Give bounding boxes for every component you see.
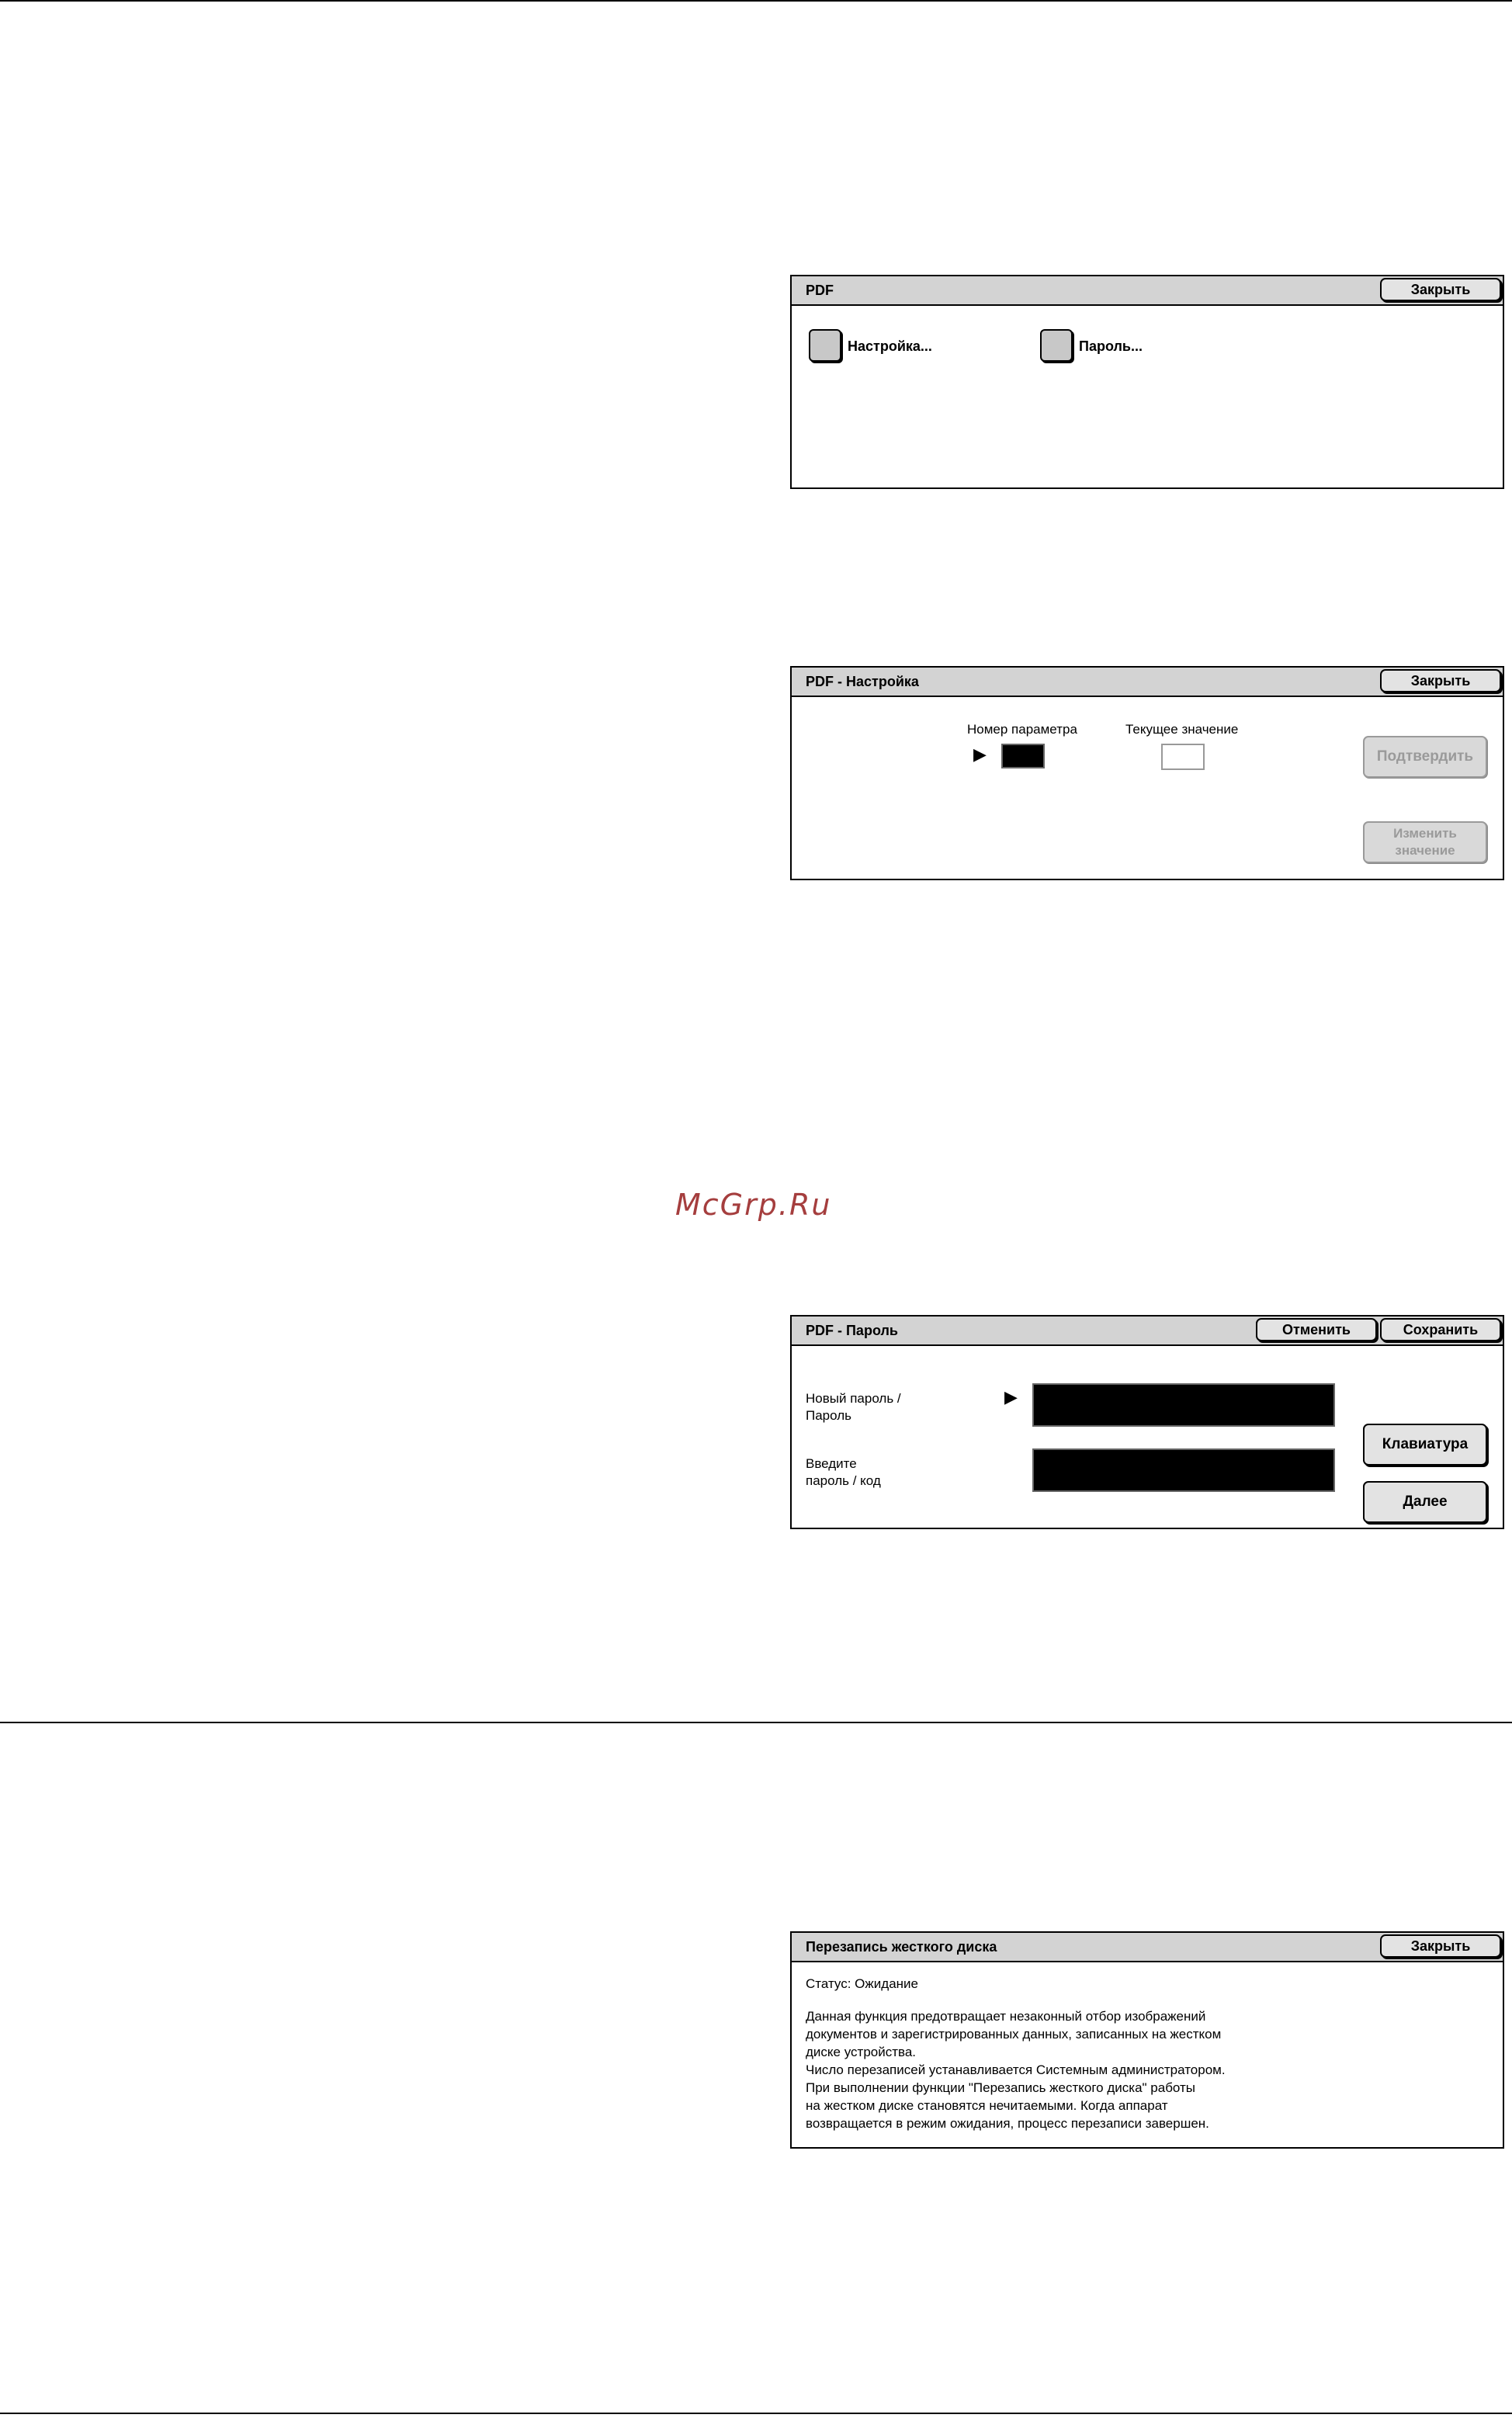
description-line: на жестком диске становятся нечитаемыми.…: [806, 2098, 1168, 2113]
enter-password-field[interactable]: [1032, 1448, 1335, 1492]
close-button[interactable]: Закрыть: [1380, 669, 1501, 692]
pdf-settings-title: PDF - Настройка: [806, 674, 919, 689]
settings-button[interactable]: [809, 329, 841, 362]
watermark-logo: McGrp.Ru: [675, 1188, 832, 1222]
pdf-settings-panel: PDF - Настройка Закрыть Номер параметра …: [790, 666, 1504, 880]
page-top-rule: [0, 0, 1512, 2]
change-value-button[interactable]: Изменить значение: [1363, 821, 1487, 863]
disk-overwrite-panel: Перезапись жесткого диска Закрыть Статус…: [790, 1931, 1504, 2149]
disk-overwrite-title: Перезапись жесткого диска: [806, 1939, 997, 1955]
enter-password-label-line1: Введите: [806, 1456, 857, 1471]
next-button[interactable]: Далее: [1363, 1481, 1487, 1523]
keyboard-button[interactable]: Клавиатура: [1363, 1424, 1487, 1466]
arrow-right-icon: ▶: [973, 744, 987, 764]
description-line: диске устройства.: [806, 2045, 917, 2059]
pdf-panel: PDF Закрыть Настройка... Пароль...: [790, 275, 1504, 489]
param-number-field[interactable]: [1001, 744, 1045, 768]
section-divider: [0, 1722, 1512, 1723]
new-password-field[interactable]: [1032, 1383, 1335, 1427]
new-password-label-line1: Новый пароль /: [806, 1391, 901, 1406]
status-text: Статус: Ожидание: [806, 1976, 918, 1991]
close-button[interactable]: Закрыть: [1380, 1934, 1501, 1958]
save-button[interactable]: Сохранить: [1380, 1318, 1501, 1341]
description-line: возвращается в режим ожидания, процесс п…: [806, 2116, 1209, 2131]
pdf-password-title: PDF - Пароль: [806, 1323, 898, 1338]
disk-overwrite-titlebar: Перезапись жесткого диска Закрыть: [792, 1933, 1503, 1962]
pdf-settings-titlebar: PDF - Настройка Закрыть: [792, 668, 1503, 697]
description-line: документов и зарегистрированных данных, …: [806, 2027, 1222, 2042]
param-number-label: Номер параметра: [967, 722, 1077, 737]
password-button-label: Пароль...: [1079, 338, 1143, 354]
current-value-field: [1161, 744, 1205, 770]
arrow-right-icon: ▶: [1004, 1387, 1018, 1407]
settings-button-label: Настройка...: [848, 338, 932, 354]
confirm-button[interactable]: Подтвердить: [1363, 736, 1487, 778]
description-text: Данная функция предотвращает незаконный …: [806, 2007, 1226, 2132]
description-line: Число перезаписей устанавливается Систем…: [806, 2062, 1226, 2077]
pdf-password-panel: PDF - Пароль Отменить Сохранить Новый па…: [790, 1315, 1504, 1529]
enter-password-label-line2: пароль / код: [806, 1473, 881, 1488]
description-line: Данная функция предотвращает незаконный …: [806, 2009, 1206, 2024]
description-line: При выполнении функции "Перезапись жестк…: [806, 2080, 1196, 2095]
cancel-button[interactable]: Отменить: [1256, 1318, 1377, 1341]
pdf-panel-title: PDF: [806, 283, 834, 298]
current-value-label: Текущее значение: [1125, 722, 1239, 737]
new-password-label-line2: Пароль: [806, 1408, 851, 1423]
pdf-password-titlebar: PDF - Пароль Отменить Сохранить: [792, 1317, 1503, 1346]
page-bottom-rule: [0, 2413, 1512, 2414]
password-button[interactable]: [1040, 329, 1073, 362]
pdf-titlebar: PDF Закрыть: [792, 276, 1503, 306]
close-button[interactable]: Закрыть: [1380, 278, 1501, 301]
